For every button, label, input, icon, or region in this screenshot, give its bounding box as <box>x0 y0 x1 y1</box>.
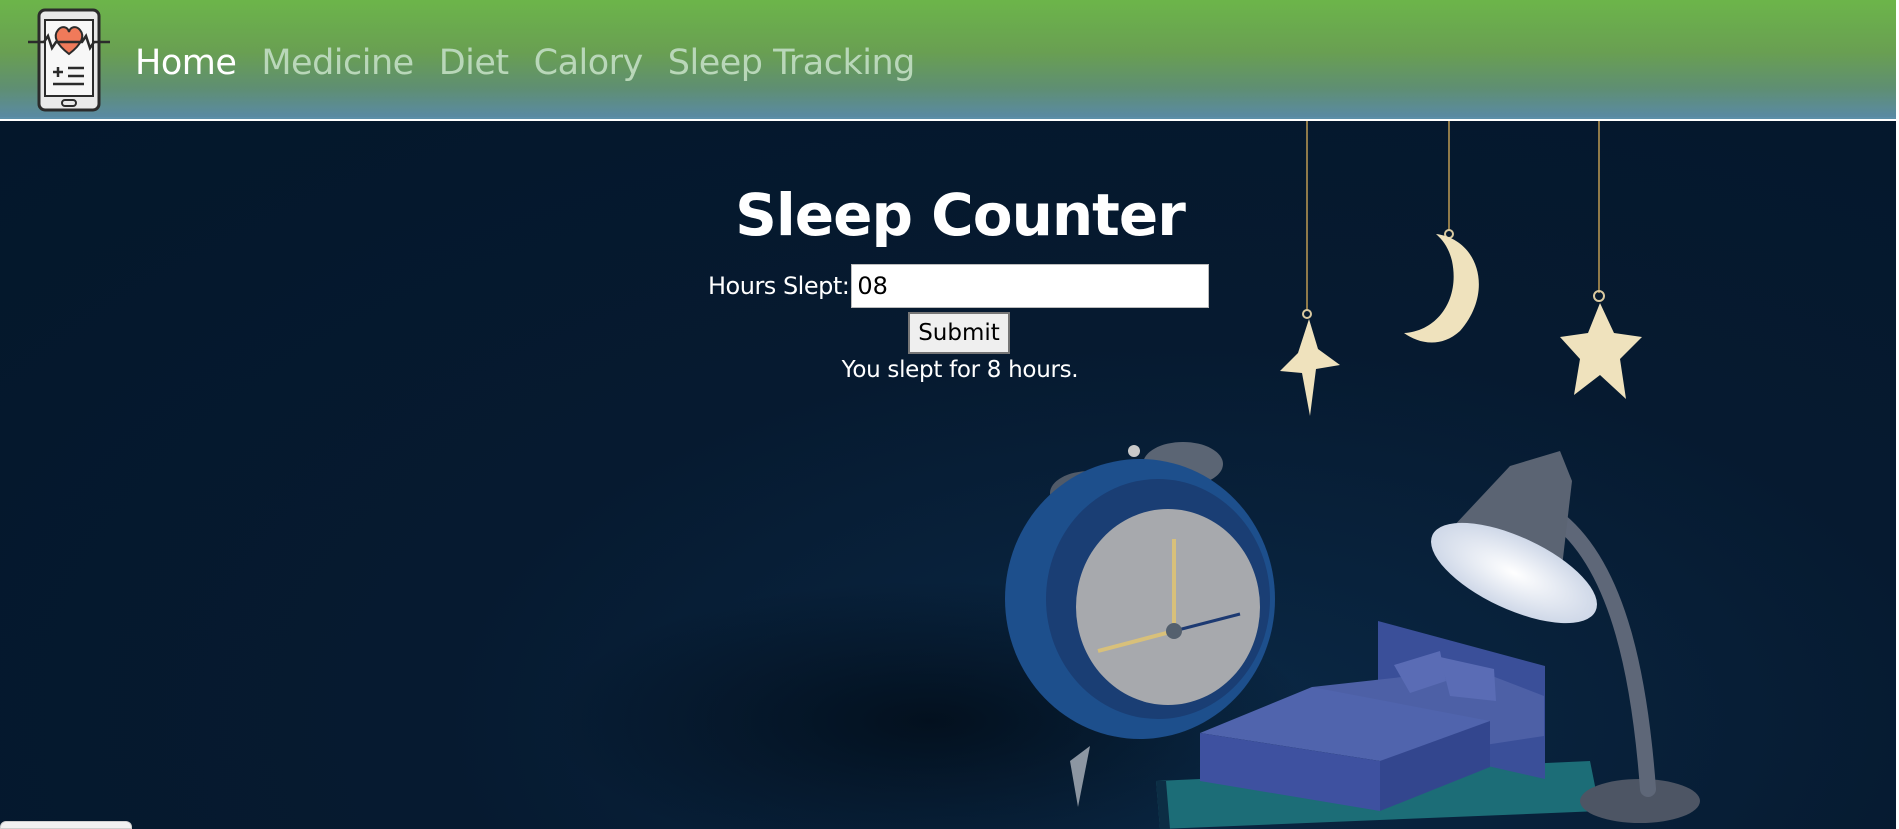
main-area: Sleep Counter Hours Slept: Submit You sl… <box>0 121 1896 829</box>
bottom-scroll-tab <box>0 821 132 829</box>
nav-link-calory[interactable]: Calory <box>534 43 644 83</box>
hours-form: Hours Slept: <box>708 263 1210 309</box>
health-phone-heart-icon[interactable] <box>26 6 112 114</box>
hours-input[interactable] <box>851 264 1210 308</box>
hours-label: Hours Slept: <box>708 272 850 300</box>
nav-link-medicine[interactable]: Medicine <box>261 43 414 83</box>
navbar: Home Medicine Diet Calory Sleep Tracking <box>0 0 1896 119</box>
nav-link-sleep-tracking[interactable]: Sleep Tracking <box>668 43 916 83</box>
submit-button[interactable]: Submit <box>908 312 1010 354</box>
page-title: Sleep Counter <box>735 181 1186 249</box>
result-message: You slept for 8 hours. <box>841 357 1079 383</box>
nav-link-diet[interactable]: Diet <box>439 43 509 83</box>
page: Home Medicine Diet Calory Sleep Tracking <box>0 0 1896 829</box>
nav-link-home[interactable]: Home <box>135 43 237 83</box>
nav-links: Home Medicine Diet Calory Sleep Tracking <box>135 38 940 88</box>
